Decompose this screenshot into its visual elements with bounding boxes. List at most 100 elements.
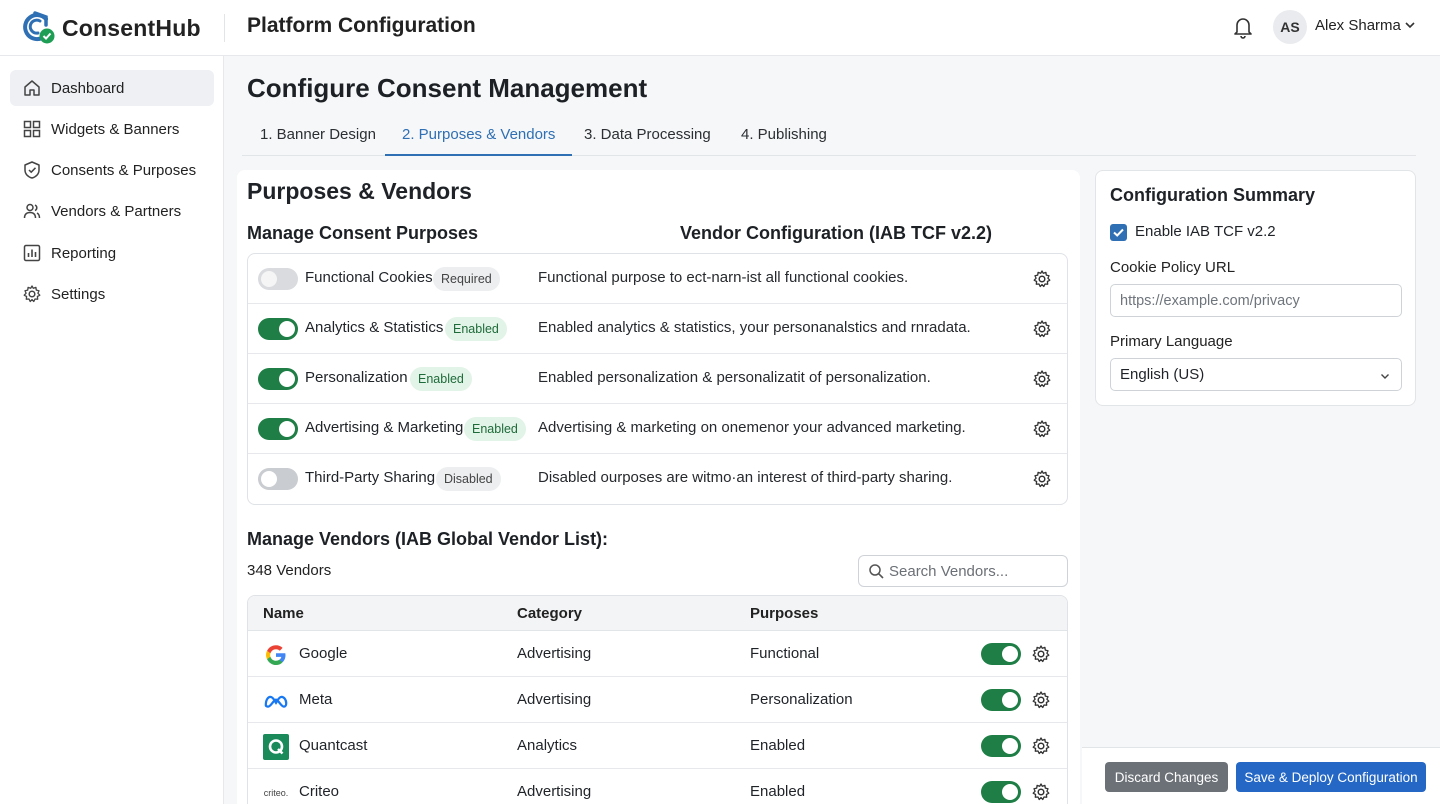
purpose-name: Analytics & Statistics bbox=[305, 319, 444, 336]
bar-chart-icon bbox=[23, 244, 41, 262]
tab-data-processing[interactable]: 3. Data Processing bbox=[584, 126, 711, 156]
vendor-name: Google bbox=[299, 645, 348, 662]
top-divider bbox=[224, 14, 225, 42]
summary-title: Configuration Summary bbox=[1110, 185, 1316, 205]
vendor-purposes: Enabled bbox=[750, 737, 806, 754]
save-deploy-button[interactable]: Save & Deploy Configuration bbox=[1236, 762, 1426, 792]
sidebar-item-dashboard[interactable]: Dashboard bbox=[10, 70, 214, 106]
gear-icon[interactable] bbox=[1031, 644, 1051, 664]
column-header-name[interactable]: Name bbox=[263, 605, 304, 622]
purposes-list: Functional Cookies Required Functional p… bbox=[247, 253, 1068, 505]
gear-icon[interactable] bbox=[1032, 319, 1052, 339]
table-header: Name Category Purposes bbox=[248, 596, 1067, 631]
purpose-description: Functional purpose to ect-narn-ist all f… bbox=[538, 269, 909, 286]
purpose-row: Functional Cookies Required Functional p… bbox=[248, 254, 1067, 304]
language-select[interactable]: English (US) bbox=[1110, 358, 1402, 391]
vendors-heading: Manage Vendors (IAB Global Vendor List): bbox=[247, 529, 609, 549]
purpose-description: Disabled ourposes are witmo·an interest … bbox=[538, 469, 953, 486]
sidebar-item-consents[interactable]: Consents & Purposes bbox=[10, 152, 214, 188]
vendor-toggle[interactable] bbox=[981, 735, 1021, 757]
purpose-name: Functional Cookies bbox=[305, 269, 433, 286]
purpose-description: Enabled analytics & statistics, your per… bbox=[538, 319, 971, 336]
cookie-policy-input[interactable] bbox=[1110, 284, 1402, 317]
status-badge: Required bbox=[433, 267, 500, 291]
sidebar-item-label: Widgets & Banners bbox=[51, 120, 180, 138]
vendor-name: Meta bbox=[299, 691, 333, 708]
bell-icon[interactable] bbox=[1232, 15, 1254, 39]
avatar[interactable]: AS bbox=[1273, 10, 1307, 44]
column-header-category[interactable]: Category bbox=[517, 605, 582, 622]
sidebar-item-label: Vendors & Partners bbox=[51, 202, 182, 220]
purpose-row: Personalization Enabled Enabled personal… bbox=[248, 354, 1067, 404]
meta-logo-icon bbox=[263, 688, 289, 714]
purpose-toggle[interactable] bbox=[258, 318, 298, 340]
vendor-name: Criteo bbox=[299, 783, 340, 800]
sidebar-item-reporting[interactable]: Reporting bbox=[10, 235, 214, 271]
page-title: Platform Configuration bbox=[247, 14, 476, 37]
gear-icon[interactable] bbox=[1031, 736, 1051, 756]
tab-bar: 1. Banner Design 2. Purposes & Vendors 3… bbox=[242, 118, 1416, 156]
purpose-name: Advertising & Marketing bbox=[305, 419, 464, 436]
language-label: Primary Language bbox=[1110, 333, 1233, 350]
purpose-row: Analytics & Statistics Enabled Enabled a… bbox=[248, 304, 1067, 354]
gear-icon[interactable] bbox=[1031, 782, 1051, 802]
enable-tcf-label[interactable]: Enable IAB TCF v2.2 bbox=[1135, 223, 1276, 240]
sidebar-item-settings[interactable]: Settings bbox=[10, 276, 214, 312]
gear-icon[interactable] bbox=[1032, 269, 1052, 289]
brand-name: ConsentHub bbox=[62, 14, 201, 41]
purpose-name: Personalization bbox=[305, 369, 408, 386]
sidebar: Dashboard Widgets & Banners Consents & P… bbox=[0, 56, 224, 804]
gear-icon[interactable] bbox=[1032, 369, 1052, 389]
quantcast-logo-icon bbox=[263, 734, 289, 760]
tab-purposes-vendors[interactable]: 2. Purposes & Vendors bbox=[385, 126, 573, 156]
section-title: Purposes & Vendors bbox=[247, 178, 472, 204]
user-name[interactable]: Alex Sharma bbox=[1315, 17, 1401, 34]
vendor-category: Advertising bbox=[517, 645, 592, 662]
tab-banner-design[interactable]: 1. Banner Design bbox=[260, 126, 376, 156]
checkmark-icon bbox=[1113, 228, 1124, 237]
table-row[interactable]: Quantcast Analytics Enabled bbox=[248, 723, 1067, 769]
top-bar: ConsentHub Platform Configuration AS Ale… bbox=[0, 0, 1440, 56]
purpose-toggle bbox=[258, 268, 298, 290]
purpose-row: Advertising & Marketing Enabled Advertis… bbox=[248, 404, 1067, 454]
purposes-heading: Manage Consent Purposes bbox=[247, 223, 479, 243]
table-row[interactable]: Meta Advertising Personalization bbox=[248, 677, 1067, 723]
discard-changes-button[interactable]: Discard Changes bbox=[1105, 762, 1228, 792]
vendor-count: 348 Vendors bbox=[247, 562, 332, 579]
sidebar-item-vendors[interactable]: Vendors & Partners bbox=[10, 193, 214, 229]
vendor-config-heading: Vendor Configuration (IAB TCF v2.2) bbox=[680, 223, 993, 243]
tab-publishing[interactable]: 4. Publishing bbox=[741, 126, 827, 156]
status-badge: Disabled bbox=[436, 467, 501, 491]
vendor-toggle[interactable] bbox=[981, 689, 1021, 711]
consenthub-logo-icon bbox=[23, 11, 55, 44]
grid-icon bbox=[23, 120, 41, 138]
sidebar-item-label: Settings bbox=[51, 285, 106, 303]
gear-icon[interactable] bbox=[1031, 690, 1051, 710]
sidebar-item-widgets[interactable]: Widgets & Banners bbox=[10, 111, 214, 147]
sidebar-item-label: Reporting bbox=[51, 244, 117, 262]
language-value: English (US) bbox=[1120, 366, 1205, 383]
search-input[interactable] bbox=[889, 556, 1065, 586]
status-badge: Enabled bbox=[410, 367, 472, 391]
gear-icon[interactable] bbox=[1032, 469, 1052, 489]
sidebar-item-label: Consents & Purposes bbox=[51, 161, 197, 179]
purpose-toggle[interactable] bbox=[258, 468, 298, 490]
vendor-table: Name Category Purposes Google Advertisin… bbox=[247, 595, 1068, 804]
vendor-category: Advertising bbox=[517, 783, 592, 800]
vendor-search bbox=[858, 555, 1068, 587]
purpose-toggle[interactable] bbox=[258, 368, 298, 390]
gear-icon bbox=[23, 285, 41, 303]
brand[interactable]: ConsentHub bbox=[20, 9, 201, 47]
status-badge: Enabled bbox=[445, 317, 507, 341]
purpose-row: Third-Party Sharing Disabled Disabled ou… bbox=[248, 454, 1067, 504]
column-header-purposes[interactable]: Purposes bbox=[750, 605, 818, 622]
table-row[interactable]: Google Advertising Functional bbox=[248, 631, 1067, 677]
enable-tcf-checkbox[interactable] bbox=[1110, 224, 1127, 241]
gear-icon[interactable] bbox=[1032, 419, 1052, 439]
table-row[interactable]: criteo. Criteo Advertising Enabled bbox=[248, 769, 1067, 804]
purpose-toggle[interactable] bbox=[258, 418, 298, 440]
vendor-toggle[interactable] bbox=[981, 781, 1021, 803]
google-logo-icon bbox=[263, 642, 289, 668]
chevron-down-icon[interactable] bbox=[1403, 18, 1417, 32]
vendor-toggle[interactable] bbox=[981, 643, 1021, 665]
